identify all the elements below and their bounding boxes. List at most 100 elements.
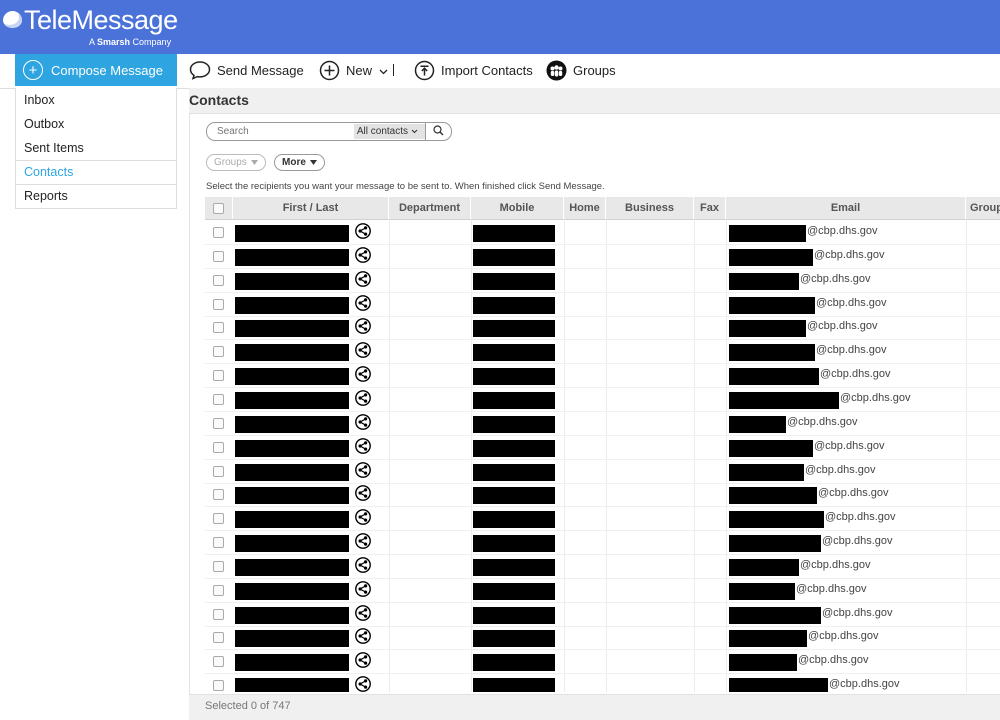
share-icon[interactable] bbox=[355, 556, 371, 573]
sidebar-item-sent-items[interactable]: Sent Items bbox=[16, 136, 176, 160]
share-icon[interactable] bbox=[355, 604, 371, 621]
column-header-business[interactable]: Business bbox=[606, 197, 694, 219]
share-icon[interactable] bbox=[355, 485, 371, 502]
table-row[interactable]: @cbp.dhs.gov bbox=[205, 578, 1000, 603]
share-icon[interactable] bbox=[355, 413, 371, 430]
share-icon[interactable] bbox=[355, 390, 371, 406]
redacted-email-user bbox=[729, 511, 824, 529]
share-icon[interactable] bbox=[355, 246, 371, 263]
row-checkbox[interactable] bbox=[213, 227, 224, 238]
share-icon[interactable] bbox=[355, 533, 371, 549]
redacted-mobile bbox=[473, 511, 555, 529]
row-checkbox[interactable] bbox=[213, 608, 224, 620]
redacted-name bbox=[235, 415, 349, 433]
table-row[interactable]: @cbp.dhs.gov bbox=[205, 602, 1000, 627]
column-header-email[interactable]: Email bbox=[726, 197, 966, 219]
share-icon[interactable] bbox=[355, 366, 371, 382]
share-icon[interactable] bbox=[355, 580, 371, 597]
share-icon[interactable] bbox=[355, 676, 371, 692]
email-domain: @cbp.dhs.gov bbox=[840, 391, 911, 404]
row-checkbox[interactable] bbox=[213, 656, 224, 668]
row-checkbox[interactable] bbox=[213, 322, 224, 334]
redacted-email-user bbox=[729, 654, 797, 672]
select-all-checkbox[interactable] bbox=[213, 203, 224, 214]
column-header-home[interactable]: Home bbox=[564, 197, 606, 219]
redacted-mobile bbox=[473, 630, 555, 648]
table-row[interactable]: @cbp.dhs.gov bbox=[205, 554, 1000, 579]
table-row[interactable]: @cbp.dhs.gov bbox=[205, 649, 1000, 675]
row-checkbox[interactable] bbox=[213, 393, 224, 405]
table-row[interactable]: @cbp.dhs.gov bbox=[205, 530, 1000, 556]
more-filter-dropdown[interactable]: More bbox=[274, 154, 325, 171]
column-header-name[interactable]: First / Last bbox=[233, 197, 389, 219]
sidebar-item-outbox[interactable]: Outbox bbox=[16, 112, 176, 136]
row-checkbox[interactable] bbox=[213, 584, 224, 596]
row-checkbox[interactable] bbox=[213, 298, 224, 310]
caret-down-icon bbox=[250, 157, 258, 168]
search-input[interactable] bbox=[207, 126, 354, 137]
row-checkbox[interactable] bbox=[213, 370, 224, 382]
sidebar-item-contacts[interactable]: Contacts bbox=[16, 160, 176, 184]
row-checkbox[interactable] bbox=[213, 537, 224, 549]
table-row[interactable]: @cbp.dhs.gov bbox=[205, 363, 1000, 389]
row-checkbox[interactable] bbox=[213, 417, 224, 429]
share-icon[interactable] bbox=[355, 628, 371, 645]
sidebar-item-inbox[interactable]: Inbox bbox=[16, 88, 176, 112]
row-checkbox[interactable] bbox=[213, 465, 224, 477]
table-row[interactable]: @cbp.dhs.gov bbox=[205, 220, 1000, 245]
share-icon[interactable] bbox=[355, 652, 371, 669]
share-icon[interactable] bbox=[355, 342, 371, 359]
new-menu-button[interactable]: New bbox=[319, 54, 395, 86]
share-icon[interactable] bbox=[355, 437, 371, 454]
table-row[interactable]: @cbp.dhs.gov bbox=[205, 673, 1000, 692]
row-checkbox[interactable] bbox=[213, 346, 224, 358]
table-row[interactable]: @cbp.dhs.gov bbox=[205, 315, 1000, 341]
share-icon[interactable] bbox=[355, 223, 371, 239]
table-row[interactable]: @cbp.dhs.gov bbox=[205, 506, 1000, 532]
column-header-mobile[interactable]: Mobile bbox=[471, 197, 564, 219]
column-header-group[interactable]: Group bbox=[966, 197, 1000, 219]
search-button[interactable] bbox=[425, 123, 451, 140]
import-contacts-button[interactable]: Import Contacts bbox=[414, 54, 533, 86]
share-icon[interactable] bbox=[355, 509, 371, 526]
column-header-fax[interactable]: Fax bbox=[694, 197, 726, 219]
table-row[interactable]: @cbp.dhs.gov bbox=[205, 411, 1000, 436]
new-label: New bbox=[346, 62, 373, 78]
row-checkbox[interactable] bbox=[213, 560, 224, 572]
table-row[interactable]: @cbp.dhs.gov bbox=[205, 244, 1000, 269]
redacted-email-user bbox=[729, 439, 813, 457]
share-icon[interactable] bbox=[355, 270, 371, 287]
row-checkbox[interactable] bbox=[213, 513, 224, 525]
redacted-mobile bbox=[473, 320, 555, 338]
redacted-name bbox=[235, 654, 349, 672]
row-checkbox[interactable] bbox=[213, 680, 224, 692]
share-icon[interactable] bbox=[355, 318, 371, 335]
column-header-department[interactable]: Department bbox=[389, 197, 471, 219]
redacted-name bbox=[235, 248, 349, 266]
search-scope-select[interactable]: All contacts bbox=[353, 124, 426, 139]
email-domain: @cbp.dhs.gov bbox=[805, 463, 876, 476]
compose-message-button[interactable]: + Compose Message bbox=[15, 54, 177, 86]
table-row[interactable]: @cbp.dhs.gov bbox=[205, 435, 1000, 460]
table-row[interactable]: @cbp.dhs.gov bbox=[205, 339, 1000, 365]
row-checkbox[interactable] bbox=[213, 250, 224, 262]
table-row[interactable]: @cbp.dhs.gov bbox=[205, 387, 1000, 412]
table-row[interactable]: @cbp.dhs.gov bbox=[205, 482, 1000, 508]
redacted-name bbox=[235, 511, 349, 529]
table-row[interactable]: @cbp.dhs.gov bbox=[205, 268, 1000, 293]
row-checkbox[interactable] bbox=[213, 489, 224, 501]
row-checkbox[interactable] bbox=[213, 441, 224, 453]
share-icon[interactable] bbox=[355, 461, 371, 478]
table-row[interactable]: @cbp.dhs.gov bbox=[205, 625, 1000, 651]
groups-filter-dropdown[interactable]: Groups bbox=[206, 154, 266, 171]
send-message-button[interactable]: Send Message bbox=[189, 54, 304, 86]
row-checkbox[interactable] bbox=[213, 274, 224, 286]
redacted-email-user bbox=[729, 296, 815, 314]
telemessage-logo[interactable]: TeleMessage A Smarsh Company bbox=[3, 5, 178, 47]
share-icon[interactable] bbox=[355, 294, 371, 311]
table-row[interactable]: @cbp.dhs.gov bbox=[205, 292, 1000, 317]
sidebar-item-reports[interactable]: Reports bbox=[16, 184, 176, 208]
groups-button[interactable]: Groups bbox=[546, 54, 616, 86]
row-checkbox[interactable] bbox=[213, 632, 224, 644]
table-row[interactable]: @cbp.dhs.gov bbox=[205, 459, 1000, 484]
